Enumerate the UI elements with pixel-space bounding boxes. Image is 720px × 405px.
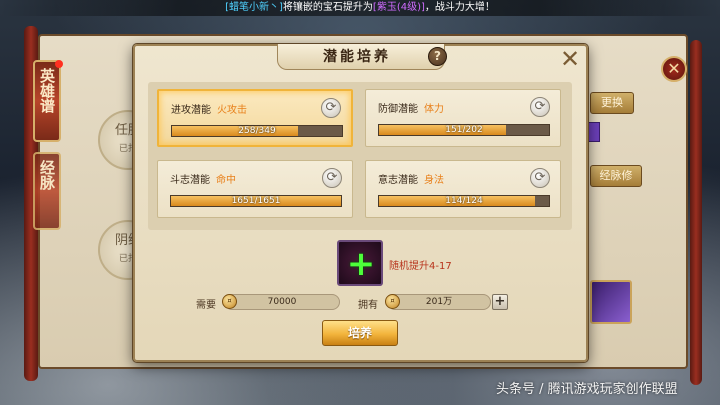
potential-item-slot[interactable]: + — [337, 240, 383, 286]
refresh-icon[interactable]: ⟳ — [530, 97, 550, 117]
tab-hero-label: 英雄谱 — [38, 68, 56, 113]
owned-coin-value: 201万 — [387, 294, 491, 310]
close-icon[interactable]: ✕ — [558, 47, 582, 72]
announcement-text: 将镶嵌的宝石提升为 — [282, 2, 373, 13]
potential-progress-bar: 258/349 — [171, 125, 343, 137]
tab-meridian-label: 经脉 — [38, 160, 56, 190]
meridian-cultivate-button[interactable]: 经脉修 — [590, 165, 642, 187]
potential-attribute: 命中 — [216, 175, 236, 186]
coin-icon: ¤ — [385, 294, 400, 309]
potential-name: 防御潜能 体力 — [378, 100, 444, 115]
potential-name-text: 防御潜能 — [378, 104, 418, 115]
progress-text: 114/124 — [445, 196, 483, 206]
progress-text: 1651/1651 — [231, 196, 281, 206]
progress-text: 151/202 — [445, 125, 483, 135]
refresh-icon[interactable]: ⟳ — [321, 98, 341, 118]
announcement-gem: [紫玉(4级)] — [372, 2, 425, 13]
potential-progress-bar: 151/202 — [378, 124, 550, 136]
panel-title: 潜能培养 — [323, 49, 391, 65]
need-cost-value: 70000 — [224, 294, 340, 310]
potential-name-text: 意志潜能 — [378, 175, 418, 186]
close-book-icon[interactable]: ✕ — [661, 56, 687, 82]
refresh-icon[interactable]: ⟳ — [530, 168, 550, 188]
own-label: 拥有 — [358, 300, 378, 311]
progress-text: 258/349 — [238, 126, 276, 136]
random-boost-text: 随机提升4-17 — [389, 261, 452, 272]
potential-attribute: 火攻击 — [217, 105, 247, 116]
announcement-bar: [蜡笔小新丶]将镶嵌的宝石提升为[紫玉(4级)]，战斗力大增！ — [0, 0, 720, 16]
add-coin-button[interactable]: + — [492, 294, 508, 310]
change-button[interactable]: 更换 — [590, 92, 634, 114]
potential-name: 进攻潜能 火攻击 — [171, 101, 247, 116]
tab-hero-book[interactable]: 英雄谱 — [33, 60, 61, 142]
notification-dot — [55, 60, 63, 68]
coin-icon: ¤ — [222, 294, 237, 309]
right-scroll-rod — [690, 40, 702, 385]
potential-progress-bar: 114/124 — [378, 195, 550, 207]
need-label: 需要 — [196, 300, 216, 311]
watermark: 头条号 / 腾讯游戏玩家创作联盟 — [496, 382, 678, 397]
potential-name-text: 进攻潜能 — [171, 105, 211, 116]
train-button[interactable]: 培养 — [322, 320, 398, 346]
help-icon[interactable]: ? — [428, 47, 447, 66]
potential-attribute: 身法 — [424, 175, 444, 186]
potential-progress-bar: 1651/1651 — [170, 195, 342, 207]
potential-card-defense[interactable]: 防御潜能 体力 ⟳ 151/202 — [365, 89, 561, 147]
potential-card-will[interactable]: 意志潜能 身法 ⟳ 114/124 — [365, 160, 561, 218]
plus-icon: + — [346, 244, 376, 284]
potential-card-attack[interactable]: 进攻潜能 火攻击 ⟳ 258/349 — [157, 89, 353, 147]
announcement-player: [蜡笔小新丶] — [225, 2, 283, 13]
potential-card-morale[interactable]: 斗志潜能 命中 ⟳ 1651/1651 — [157, 160, 353, 218]
gem-icon — [588, 122, 600, 142]
tab-meridian[interactable]: 经脉 — [33, 152, 61, 230]
potential-name-text: 斗志潜能 — [170, 175, 210, 186]
potential-name: 意志潜能 身法 — [378, 171, 444, 186]
scroll-item-icon[interactable] — [590, 280, 632, 324]
refresh-icon[interactable]: ⟳ — [322, 168, 342, 188]
potential-name: 斗志潜能 命中 — [170, 171, 236, 186]
potential-attribute: 体力 — [424, 104, 444, 115]
announcement-suffix: ，战斗力大增！ — [424, 2, 495, 13]
